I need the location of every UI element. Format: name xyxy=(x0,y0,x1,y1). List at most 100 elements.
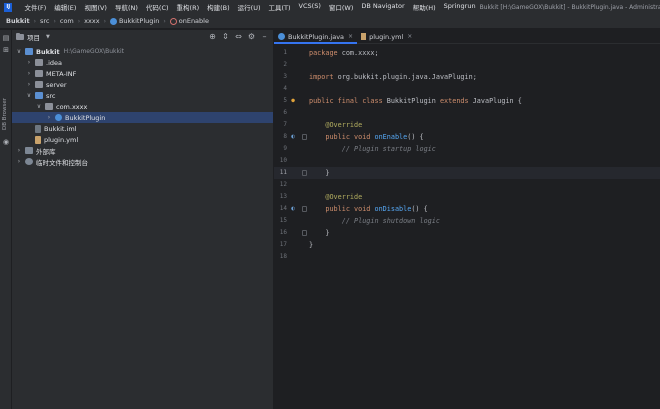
code-line[interactable]: 13 @Override xyxy=(274,191,660,203)
collapse-icon[interactable]: ⇕ xyxy=(221,32,230,41)
breadcrumb-item[interactable]: Bukkit xyxy=(6,17,30,25)
close-icon[interactable]: × xyxy=(407,33,412,40)
line-number: 4 xyxy=(283,85,287,92)
menu-item[interactable]: 导航(N) xyxy=(111,2,142,12)
code-line[interactable]: 18 xyxy=(274,251,660,263)
code-line[interactable]: 14 ◐ public void onDisable() { xyxy=(274,203,660,215)
tree-item[interactable]: plugin.yml xyxy=(12,134,273,145)
fold-marker-icon[interactable] xyxy=(302,134,307,140)
code-line[interactable]: 1 package com.xxxx; xyxy=(274,47,660,59)
code-line[interactable]: 12 xyxy=(274,179,660,191)
structure-tool-icon[interactable]: ⊞ xyxy=(2,46,10,54)
tree-item[interactable]: ∨ com.xxxx xyxy=(12,101,273,112)
project-tool-icon[interactable]: ▤ xyxy=(2,34,10,42)
menu-item[interactable]: 重构(R) xyxy=(173,2,204,12)
code-line[interactable]: 4 xyxy=(274,83,660,95)
chevron-right-icon[interactable]: › xyxy=(26,70,32,77)
menu-item[interactable]: DB Navigator xyxy=(357,2,408,12)
code-line[interactable]: 15 // Plugin shutdown logic xyxy=(274,215,660,227)
yaml-file-icon xyxy=(361,33,367,40)
chevron-down-icon[interactable]: ∨ xyxy=(26,92,32,99)
code-line[interactable]: 8 ◐ public void onEnable() { xyxy=(274,131,660,143)
menu-item[interactable]: Springrun xyxy=(440,2,480,12)
tree-item[interactable]: › 临时文件和控制台 xyxy=(12,156,273,167)
breadcrumb-item[interactable]: com xyxy=(60,17,74,25)
code-line[interactable]: 6 xyxy=(274,107,660,119)
tree-item[interactable]: › META-INF xyxy=(12,68,273,79)
project-tree: ∨ Bukkit H:\GameGOX\Bukkit › .idea › META-INF ›… xyxy=(12,46,273,406)
menu-item[interactable]: 视图(V) xyxy=(80,2,111,12)
code-line[interactable]: 7 @Override xyxy=(274,119,660,131)
chevron-right-icon[interactable]: › xyxy=(46,114,52,121)
tree-item[interactable]: › 外部库 xyxy=(12,145,273,156)
tree-item[interactable]: › server xyxy=(12,79,273,90)
code-line[interactable]: 10 xyxy=(274,155,660,167)
chevron-down-icon[interactable]: ▼ xyxy=(46,34,50,40)
menu-item[interactable]: VCS(S) xyxy=(295,2,325,12)
menu-item[interactable]: 运行(U) xyxy=(234,2,265,12)
editor-tab[interactable]: plugin.yml × xyxy=(357,30,416,43)
chevron-right-icon[interactable]: › xyxy=(26,81,32,88)
menu-item[interactable]: 编辑(E) xyxy=(50,2,80,12)
menu-item[interactable]: 构建(B) xyxy=(203,2,234,12)
minimize-icon[interactable]: – xyxy=(260,32,269,41)
code-line[interactable]: 16 } xyxy=(274,227,660,239)
tree-item-label: BukkitPlugin xyxy=(65,113,106,122)
menu-item[interactable]: 工具(T) xyxy=(265,2,295,12)
override-gutter-icon[interactable]: ◐ xyxy=(289,133,297,141)
close-icon[interactable]: × xyxy=(348,33,353,40)
breadcrumb-item[interactable]: onEnable xyxy=(169,17,209,25)
expand-icon[interactable]: ⇔ xyxy=(234,32,243,41)
chevron-right-icon[interactable]: › xyxy=(16,158,22,165)
fold-marker-icon[interactable] xyxy=(302,170,307,176)
menu-item[interactable]: 窗口(W) xyxy=(325,2,358,12)
line-number: 13 xyxy=(279,193,287,200)
class-icon xyxy=(278,33,285,40)
code-token: @Override xyxy=(309,121,363,129)
chevron-right-icon[interactable]: › xyxy=(26,59,32,66)
fold-marker-icon[interactable] xyxy=(302,206,307,212)
code-text: @Override xyxy=(309,191,362,203)
run-gutter-icon[interactable]: ● xyxy=(289,97,297,105)
code-token: onEnable xyxy=(374,133,408,141)
chevron-right-icon[interactable]: › xyxy=(16,147,22,154)
line-number: 12 xyxy=(279,181,287,188)
menu-item[interactable]: 帮助(H) xyxy=(409,2,440,12)
breadcrumb-separator-icon: › xyxy=(103,17,106,25)
tree-item[interactable]: Bukkit.iml xyxy=(12,123,273,134)
tree-item[interactable]: › BukkitPlugin xyxy=(12,112,273,123)
tree-item-label: plugin.yml xyxy=(44,135,79,144)
breadcrumb-item[interactable]: xxxx xyxy=(84,17,99,25)
intellij-logo-icon[interactable]: IJ xyxy=(4,2,13,12)
code-line[interactable]: 17} xyxy=(274,239,660,251)
code-area[interactable]: 1 package com.xxxx; 2 3 import org.bukkit.pl… xyxy=(274,45,660,409)
db-browser-tab[interactable]: DB Browser xyxy=(2,98,8,130)
chevron-down-icon[interactable]: ∨ xyxy=(36,103,42,110)
breadcrumb-item-label: xxxx xyxy=(84,17,100,25)
menu-item[interactable]: 文件(F) xyxy=(20,2,50,12)
breadcrumb-separator-icon: › xyxy=(53,17,56,25)
code-line[interactable]: 3 import org.bukkit.plugin.java.JavaPlugi… xyxy=(274,71,660,83)
chevron-down-icon[interactable]: ∨ xyxy=(16,48,22,55)
tree-item-label: server xyxy=(46,80,67,89)
tree-item[interactable]: › .idea xyxy=(12,57,273,68)
code-line[interactable]: 5 ● public final class BukkitPlugin extend… xyxy=(274,95,660,107)
code-line[interactable]: 9 // Plugin startup logic xyxy=(274,143,660,155)
tree-item[interactable]: ∨ Bukkit H:\GameGOX\Bukkit xyxy=(12,46,273,57)
breadcrumb-item[interactable]: src xyxy=(40,17,50,25)
line-number: 18 xyxy=(279,253,287,260)
db-browser-icon[interactable]: ◉ xyxy=(2,138,10,146)
menu-item[interactable]: 代码(C) xyxy=(142,2,173,12)
breadcrumb-item[interactable]: BukkitPlugin xyxy=(109,17,159,25)
project-panel-title[interactable]: 项目 xyxy=(27,32,40,42)
editor-tab[interactable]: BukkitPlugin.java × xyxy=(274,30,358,44)
code-line[interactable]: 11 } xyxy=(274,167,660,179)
code-text: } xyxy=(309,227,329,239)
gear-icon[interactable]: ⚙ xyxy=(247,32,256,41)
override-gutter-icon[interactable]: ◐ xyxy=(289,205,297,213)
fold-marker-icon[interactable] xyxy=(302,230,307,236)
window-title: Bukkit [H:\GameGOX\Bukkit] - BukkitPlugi… xyxy=(479,3,660,11)
code-line[interactable]: 2 xyxy=(274,59,660,71)
target-icon[interactable]: ⊕ xyxy=(208,32,217,41)
tree-item[interactable]: ∨ src xyxy=(12,90,273,101)
